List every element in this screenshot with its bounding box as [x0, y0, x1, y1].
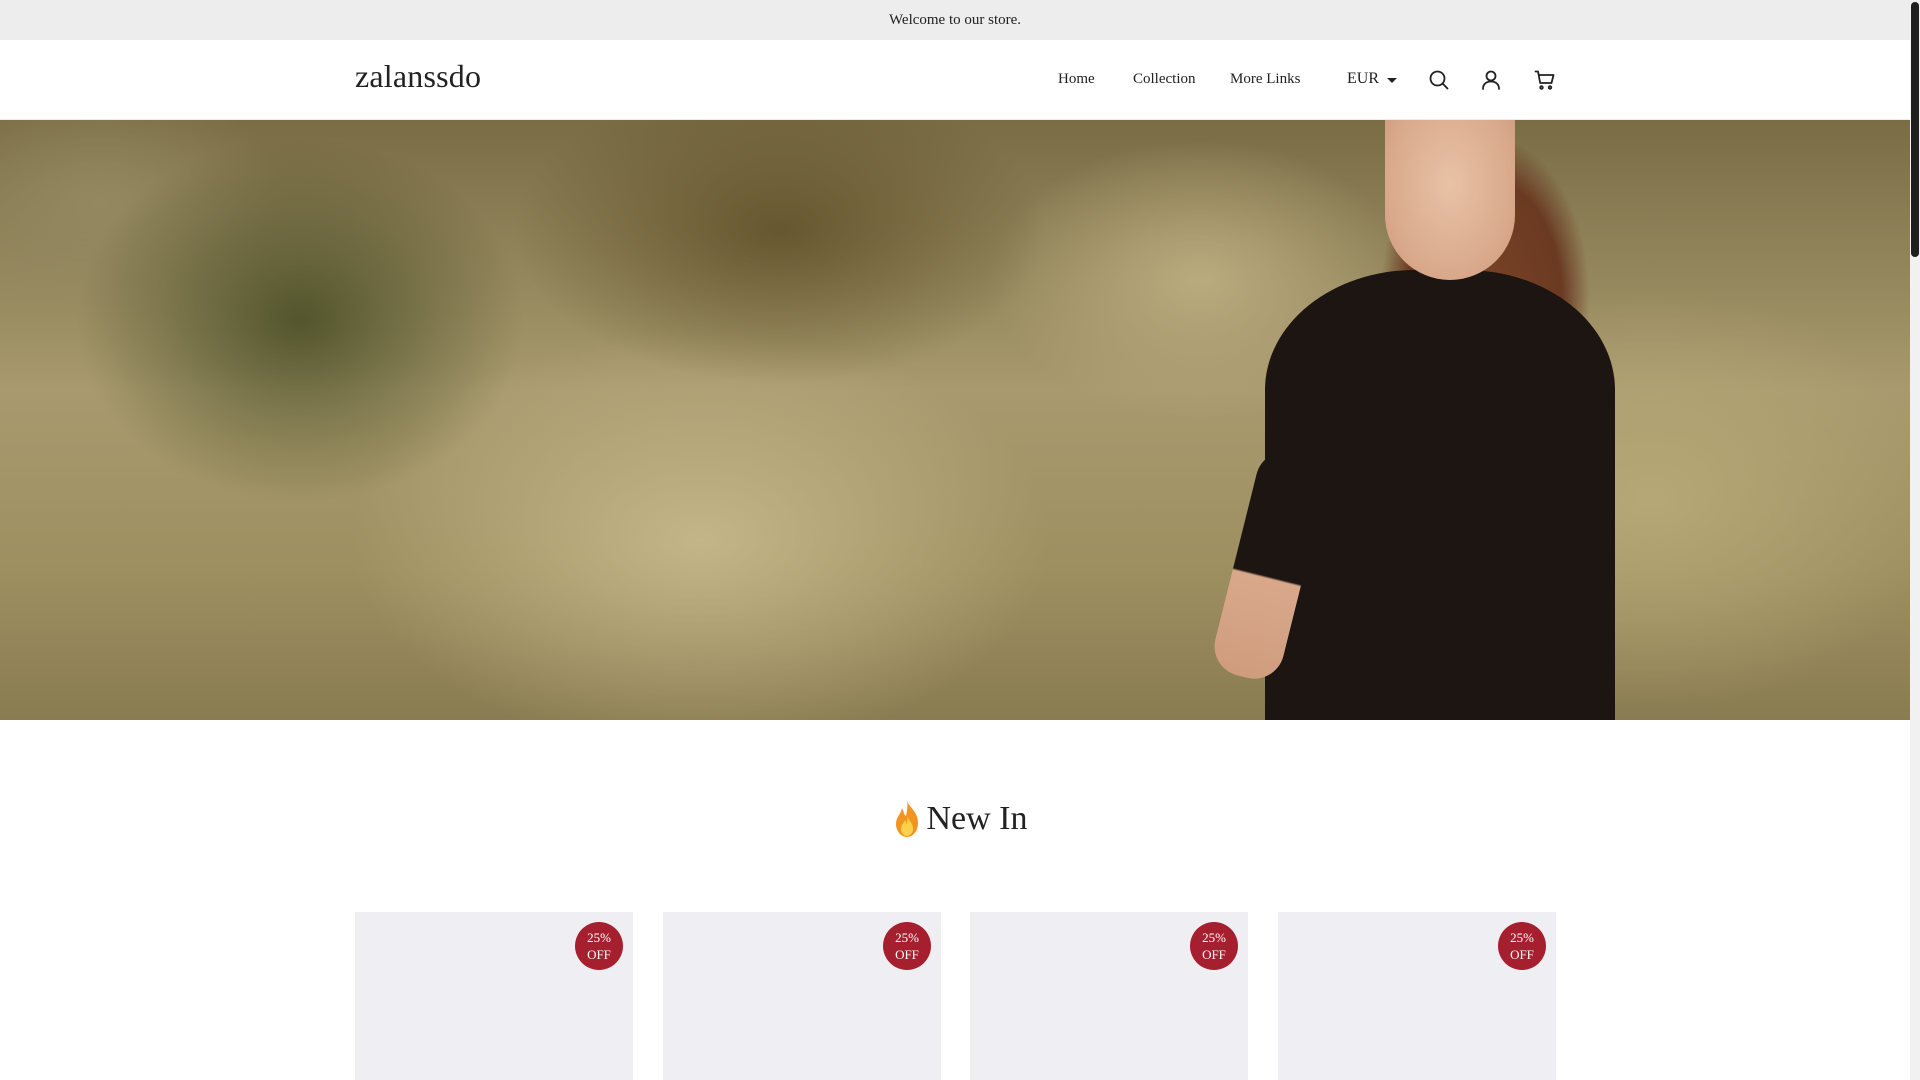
badge-percent: 25%: [1202, 930, 1226, 945]
scrollbar-thumb[interactable]: [1911, 2, 1919, 257]
badge-percent: 25%: [895, 930, 919, 945]
section-heading: New In: [0, 800, 1920, 838]
section-title-text: New In: [926, 800, 1028, 837]
site-header: zalanssdo Home Collection More Links EUR: [0, 40, 1910, 120]
badge-percent: 25%: [587, 930, 611, 945]
product-card[interactable]: 25% OFF: [1278, 912, 1556, 1080]
caret-down-icon: [1387, 77, 1397, 83]
currency-selector[interactable]: EUR: [1347, 70, 1397, 88]
product-grid: 25% OFF 25% OFF 25% OFF 25% OFF: [355, 912, 1556, 1080]
cart-icon[interactable]: [1533, 68, 1557, 92]
nav-more-links[interactable]: More Links: [1230, 71, 1300, 88]
search-icon[interactable]: [1427, 68, 1451, 92]
discount-badge: 25% OFF: [883, 922, 931, 970]
discount-badge: 25% OFF: [1190, 922, 1238, 970]
user-icon[interactable]: [1479, 68, 1503, 92]
product-card[interactable]: 25% OFF: [355, 912, 633, 1080]
announcement-bar: Welcome to our store.: [0, 0, 1910, 40]
hero-banner[interactable]: [0, 120, 1910, 720]
product-card[interactable]: 25% OFF: [970, 912, 1248, 1080]
page-scrollbar[interactable]: [1910, 0, 1920, 1080]
product-card[interactable]: 25% OFF: [663, 912, 941, 1080]
hero-model-face: [1385, 120, 1515, 280]
nav-home[interactable]: Home: [1058, 71, 1095, 88]
announcement-text: Welcome to our store.: [888, 11, 1022, 28]
discount-badge: 25% OFF: [1498, 922, 1546, 970]
badge-off: OFF: [1202, 947, 1226, 962]
discount-badge: 25% OFF: [575, 922, 623, 970]
nav-collection[interactable]: Collection: [1133, 71, 1196, 88]
badge-percent: 25%: [1510, 930, 1534, 945]
badge-off: OFF: [895, 947, 919, 962]
flame-icon: [896, 801, 919, 837]
badge-off: OFF: [1510, 947, 1534, 962]
main-nav: Home Collection More Links: [0, 71, 1910, 91]
badge-off: OFF: [587, 947, 611, 962]
currency-label: EUR: [1347, 70, 1379, 87]
